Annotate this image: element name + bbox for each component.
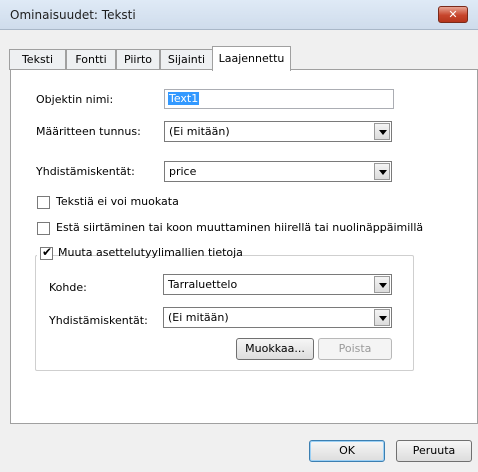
target-select[interactable]: Tarraluettelo	[163, 274, 392, 295]
merge-fields-label: Yhdistämiskentät:	[36, 165, 135, 178]
edit-button[interactable]: Muokkaa...	[236, 338, 314, 360]
merge-fields-value: price	[169, 165, 197, 178]
no-edit-label: Tekstiä ei voi muokata	[56, 195, 179, 208]
no-move-label: Estä siirtäminen tai koon muuttaminen hi…	[56, 221, 424, 234]
cancel-button[interactable]: Peruuta	[396, 440, 472, 462]
tab-sijainti[interactable]: Sijainti	[160, 49, 213, 70]
target-value: Tarraluettelo	[168, 278, 238, 291]
group-merge-label: Yhdistämiskentät:	[49, 314, 148, 327]
attribute-id-label: Määritteen tunnus:	[36, 125, 141, 138]
object-name-value: Text1	[168, 92, 200, 105]
close-button[interactable]: ✕	[438, 6, 468, 23]
attribute-id-value: (Ei mitään)	[169, 125, 230, 138]
group-merge-value: (Ei mitään)	[168, 311, 229, 324]
target-label: Kohde:	[49, 281, 87, 294]
attribute-id-select[interactable]: (Ei mitään)	[164, 121, 392, 142]
merge-fields-select[interactable]: price	[164, 161, 392, 182]
no-move-checkbox[interactable]	[37, 222, 50, 235]
ok-button[interactable]: OK	[309, 440, 385, 462]
group-legend-label: Muuta asettelutyylimallien tietoja	[58, 246, 243, 259]
delete-button[interactable]: Poista	[318, 338, 392, 360]
chevron-down-icon	[374, 276, 390, 293]
chevron-down-icon	[374, 309, 390, 326]
chevron-down-icon	[374, 163, 390, 180]
layout-style-checkbox[interactable]	[40, 245, 53, 260]
group-merge-select[interactable]: (Ei mitään)	[163, 307, 392, 328]
group-legend: Muuta asettelutyylimallien tietoja	[37, 245, 243, 261]
no-edit-checkbox[interactable]	[37, 196, 50, 209]
tab-piirto[interactable]: Piirto	[116, 49, 160, 70]
dialog-title: Ominaisuudet: Teksti	[10, 8, 136, 22]
close-icon: ✕	[448, 8, 458, 21]
object-name-input[interactable]: Text1	[164, 89, 394, 109]
object-name-label: Objektin nimi:	[36, 93, 114, 106]
tab-laajennettu[interactable]: Laajennettu	[212, 46, 291, 71]
dialog-titlebar: Ominaisuudet: Teksti ✕	[0, 0, 478, 30]
chevron-down-icon	[374, 123, 390, 140]
tab-teksti[interactable]: Teksti	[9, 49, 66, 70]
tab-fontti[interactable]: Fontti	[66, 49, 116, 70]
